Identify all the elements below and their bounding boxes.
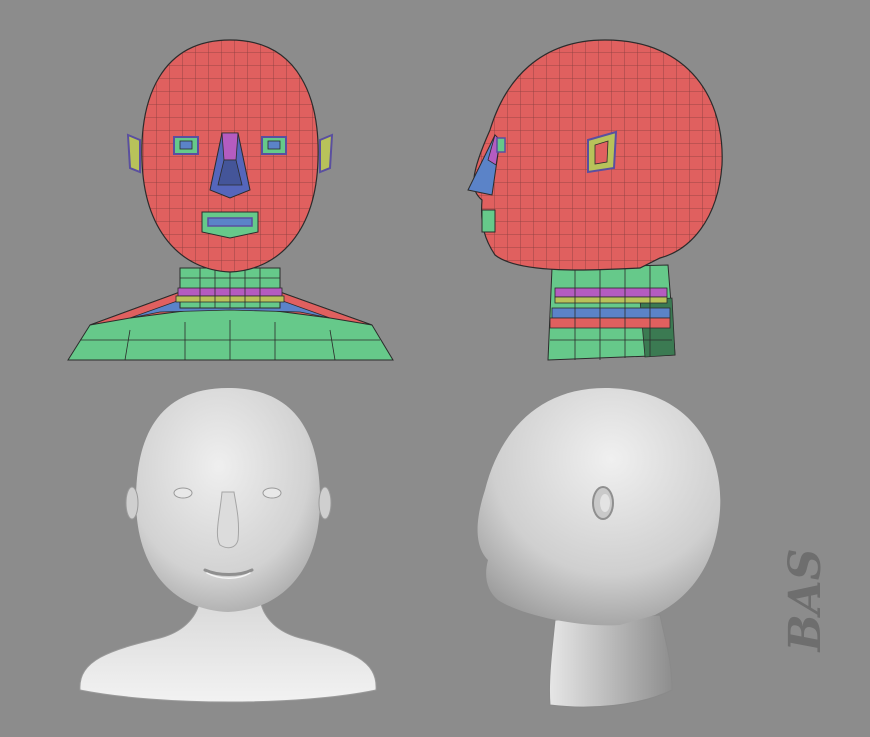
signature-text: BAS <box>780 548 831 653</box>
artist-signature: BAS <box>780 548 831 653</box>
left-eye-sculpt <box>173 487 193 499</box>
right-ear-sculpt <box>318 486 332 520</box>
viewport-canvas: BAS <box>67 39 831 708</box>
right-ear-mesh <box>319 133 334 174</box>
neck-sculpt-side <box>548 614 673 708</box>
sculpt-side-view <box>477 388 721 708</box>
left-ear-sculpt <box>125 486 139 520</box>
left-ear-mesh <box>126 133 141 174</box>
wireframe-front-view <box>67 39 394 361</box>
wireframe-side-view <box>467 39 723 361</box>
sculpt-front-view <box>79 388 377 703</box>
right-eye-sculpt <box>262 487 282 499</box>
